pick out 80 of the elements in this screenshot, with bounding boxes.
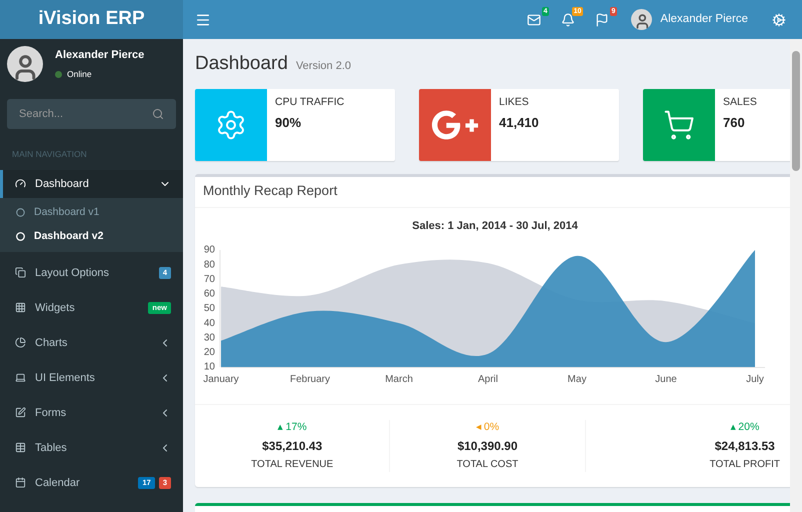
trend-arrow-icon: ▴	[278, 420, 284, 436]
x-tick-label: February	[290, 374, 330, 385]
nav-icon	[15, 442, 26, 454]
submenu-item[interactable]: Dashboard v1	[0, 200, 183, 225]
card-title: Monthly Recap Report	[203, 182, 338, 200]
circle-icon	[16, 208, 25, 218]
x-tick-label: March	[385, 374, 413, 385]
nav-label: Forms	[35, 406, 68, 420]
nav-label: Tables	[35, 440, 68, 456]
x-tick-label: April	[478, 374, 498, 385]
sidebar-user-name: Alexander Pierce	[55, 48, 144, 63]
stat-change: 17%	[286, 420, 307, 435]
y-tick-label: 40	[204, 318, 215, 329]
y-tick-label: 10	[204, 362, 215, 373]
nav-icon	[15, 178, 26, 190]
stat-change: 20%	[738, 420, 760, 435]
page-subtitle: Version 2.0	[296, 59, 351, 74]
nav-item[interactable]: Tables	[0, 434, 183, 462]
submenu-item[interactable]: Dashboard v2	[0, 224, 183, 249]
user-avatar	[7, 46, 43, 82]
user-avatar	[631, 9, 652, 30]
stat-value: $24,813.53	[714, 438, 775, 455]
nav-label: UI Elements	[35, 370, 96, 386]
nav-header: MAIN NAVIGATION	[11, 148, 88, 161]
trend-arrow-icon: ◂	[476, 420, 482, 436]
y-tick-label: 30	[204, 332, 215, 344]
x-tick-label: July	[746, 374, 764, 385]
x-tick-label: May	[568, 374, 586, 385]
nav-label: Widgets	[35, 300, 76, 316]
info-box-label: SALES	[723, 94, 757, 110]
page-title: Dashboard	[195, 52, 288, 76]
info-box-label: CPU TRAFFIC	[275, 94, 344, 110]
menu-toggle-icon[interactable]	[195, 12, 211, 28]
y-tick-label: 20	[204, 347, 215, 358]
cart-icon	[663, 108, 695, 140]
nav-label: Dashboard	[35, 176, 90, 192]
stat-label: TOTAL PROFIT	[710, 458, 780, 472]
y-tick-label: 60	[204, 288, 215, 300]
info-box-value: 760	[723, 114, 746, 132]
x-tick-label: January	[203, 374, 239, 385]
search-field[interactable]: Search...	[7, 99, 176, 129]
nav-icon	[15, 407, 26, 418]
nav-label: Calendar	[35, 476, 81, 490]
info-box-label: LIKES	[499, 94, 530, 110]
user-name[interactable]: Alexander Pierce	[660, 10, 748, 28]
stat-value: $10,390.90	[457, 438, 518, 455]
gear-icon	[215, 108, 247, 140]
stat-value: $35,210.43	[262, 438, 322, 455]
nav-icon	[15, 302, 26, 314]
y-tick-label: 90	[204, 244, 215, 256]
search-input[interactable]: Search...	[19, 106, 152, 122]
info-box-value: 90%	[275, 114, 302, 132]
settings-icon[interactable]	[772, 12, 786, 26]
y-tick-label: 70	[204, 274, 215, 285]
nav-item[interactable]: Forms	[0, 398, 183, 427]
y-tick-label: 50	[204, 303, 215, 314]
nav-icon	[15, 372, 26, 384]
mail-icon	[527, 12, 542, 26]
status-text: Online	[67, 68, 92, 82]
circle-icon	[16, 232, 25, 242]
x-tick-label: June	[655, 374, 677, 385]
logo-text[interactable]: iVision ERP	[38, 5, 145, 34]
stat-label: TOTAL REVENUE	[251, 458, 334, 472]
nav-item[interactable]: Dashboard	[0, 170, 183, 198]
trend-arrow-icon: ▴	[730, 420, 736, 436]
nav-label: Layout Options	[35, 266, 110, 280]
stat-change: 0%	[484, 420, 500, 435]
nav-icon	[15, 337, 26, 348]
nav-icon	[15, 267, 26, 278]
search-icon[interactable]	[152, 108, 164, 120]
chart-title: Sales: 1 Jan, 2014 - 30 Jul, 2014	[412, 218, 578, 234]
flag-icon	[595, 12, 610, 26]
nav-item[interactable]: Charts	[0, 328, 183, 357]
y-tick-label: 80	[204, 259, 215, 270]
stat-label: TOTAL COST	[456, 458, 518, 472]
info-box-value: 41,410	[499, 114, 539, 132]
nav-icon	[15, 477, 26, 488]
bell-icon	[561, 12, 576, 26]
nav-item[interactable]: UI Elements	[0, 364, 183, 392]
nav-label: Charts	[35, 336, 68, 350]
